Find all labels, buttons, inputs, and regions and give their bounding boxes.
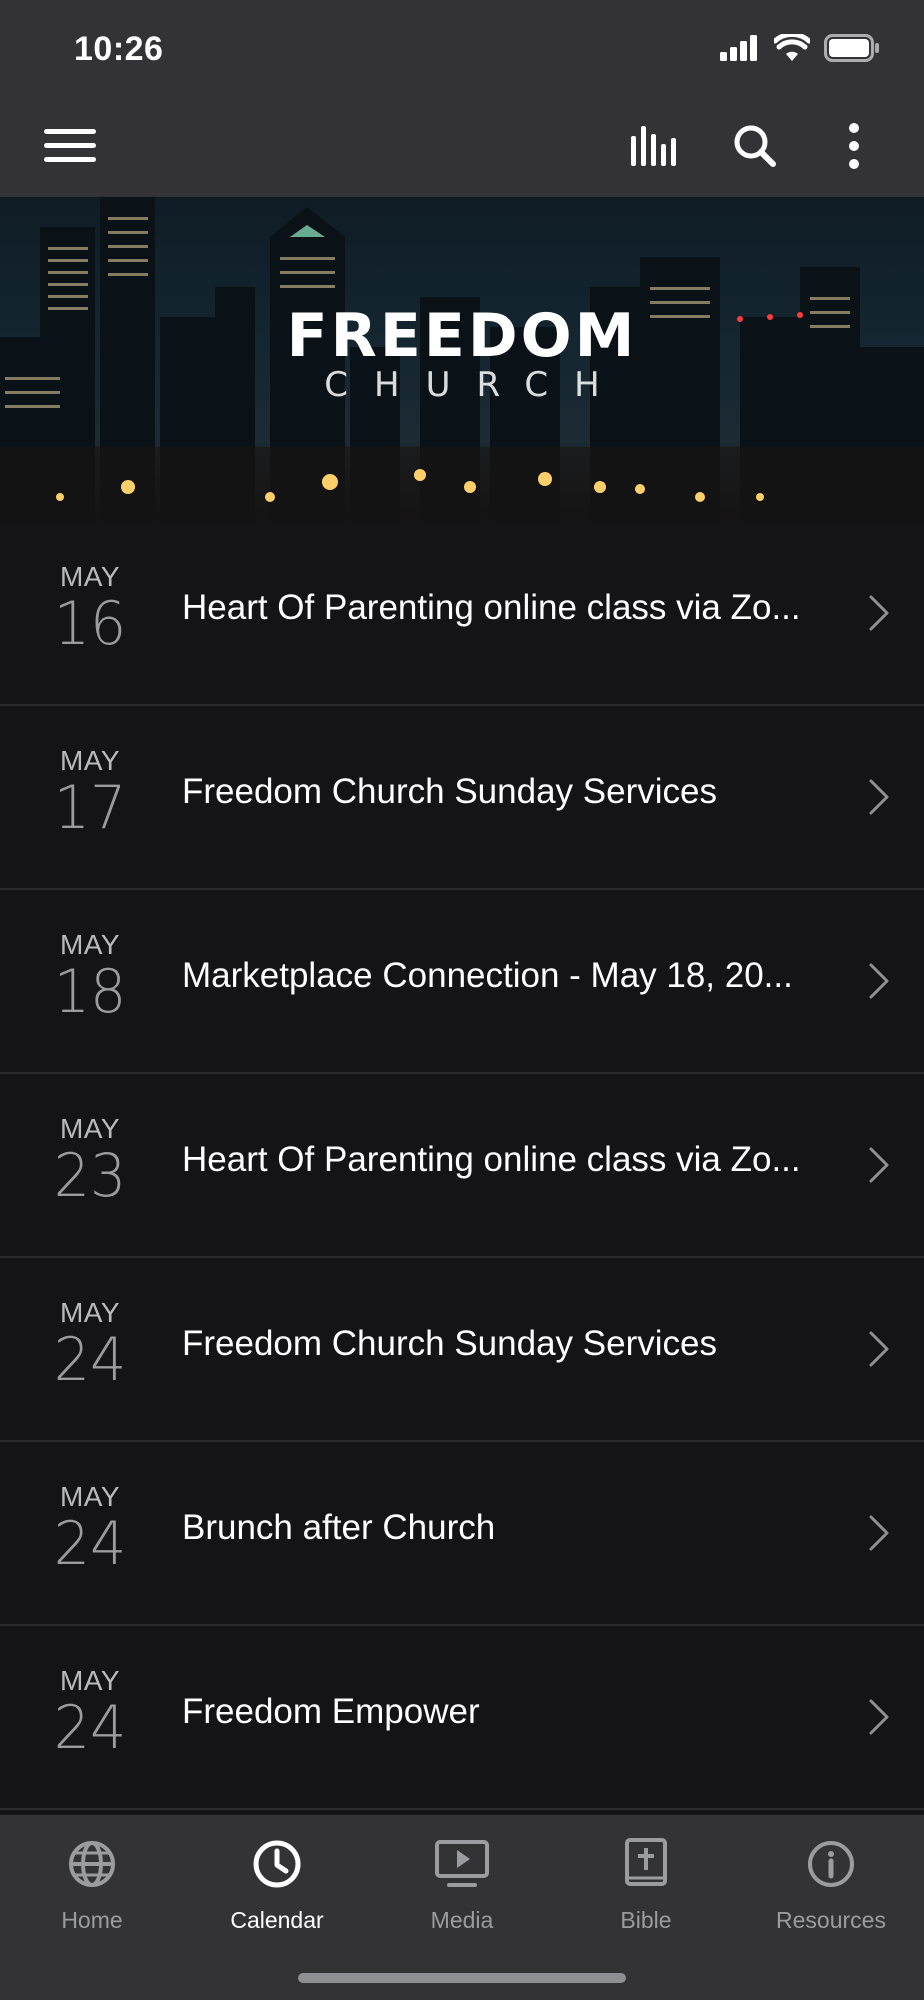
event-row[interactable]: MAY 23 Heart Of Parenting online class via…	[0, 1074, 924, 1258]
event-row[interactable]: MAY 17 Freedom Church Sunday Services	[0, 706, 924, 890]
event-row[interactable]: MAY 16 Heart Of Parenting online class via…	[0, 522, 924, 706]
tab-resources[interactable]: Resources	[739, 1833, 923, 1934]
event-month: MAY	[59, 1297, 121, 1328]
globe-icon	[0, 1833, 184, 1895]
event-day: 23	[53, 1141, 127, 1211]
event-date: MAY 24	[40, 1297, 140, 1395]
more-vertical-icon	[848, 122, 860, 174]
event-date: MAY 16	[40, 561, 140, 659]
event-row[interactable]: MAY 24 Brunch after Church	[0, 1442, 924, 1626]
app-bar	[0, 100, 924, 197]
status-time: 10:26	[74, 30, 164, 68]
audio-button[interactable]	[626, 118, 686, 178]
tab-calendar[interactable]: Calendar	[185, 1833, 369, 1934]
tab-media[interactable]: Media	[370, 1833, 554, 1934]
event-row[interactable]: MAY 24 Freedom Church Sunday Services	[0, 1258, 924, 1442]
event-day: 24	[53, 1693, 127, 1763]
event-title: Freedom Empower	[182, 1692, 480, 1731]
event-date: MAY 24	[40, 1481, 140, 1579]
event-title: Brunch after Church	[182, 1508, 496, 1547]
tab-home[interactable]: Home	[0, 1833, 184, 1934]
event-title: Marketplace Connection - May 18, 20...	[182, 956, 793, 995]
chevron-right-icon	[868, 962, 890, 1005]
cellular-signal-icon	[720, 35, 760, 66]
hamburger-menu-icon	[44, 128, 96, 168]
church-logo-title: FREEDOM	[286, 301, 638, 371]
chevron-right-icon	[868, 1514, 890, 1557]
event-month: MAY	[59, 1113, 121, 1144]
event-date: MAY 23	[40, 1113, 140, 1211]
tab-label: Bible	[620, 1907, 672, 1933]
event-day: 24	[53, 1325, 127, 1395]
event-month: MAY	[59, 1665, 121, 1696]
tab-label: Calendar	[230, 1907, 324, 1933]
event-day: 18	[53, 957, 127, 1027]
chevron-right-icon	[868, 1146, 890, 1189]
tab-bible[interactable]: Bible	[554, 1833, 738, 1934]
hero-banner: FREEDOM CHURCH	[0, 197, 924, 522]
event-date: MAY 24	[40, 1665, 140, 1763]
menu-button[interactable]	[40, 118, 100, 178]
event-day: 24	[53, 1509, 127, 1579]
info-icon	[739, 1833, 923, 1895]
event-list: MAY 16 Heart Of Parenting online class via…	[0, 522, 924, 1810]
search-button[interactable]	[725, 118, 785, 178]
tab-label: Resources	[776, 1907, 886, 1933]
event-month: MAY	[59, 561, 121, 592]
home-indicator	[298, 1973, 626, 1983]
bible-icon	[554, 1833, 738, 1895]
event-day: 16	[53, 589, 127, 659]
tab-label: Media	[430, 1907, 494, 1933]
event-title: Freedom Church Sunday Services	[182, 772, 717, 811]
event-month: MAY	[59, 1481, 121, 1512]
tab-label: Home	[61, 1907, 123, 1933]
event-title: Heart Of Parenting online class via Zo..…	[182, 1140, 801, 1179]
event-month: MAY	[59, 929, 121, 960]
play-screen-icon	[370, 1833, 554, 1895]
event-month: MAY	[59, 745, 121, 776]
chevron-right-icon	[868, 1698, 890, 1741]
event-date: MAY 18	[40, 929, 140, 1027]
status-bar: 10:26	[0, 0, 924, 100]
status-icons	[720, 31, 880, 67]
audio-bars-icon	[629, 125, 683, 171]
chevron-right-icon	[868, 778, 890, 821]
clock-icon	[185, 1833, 369, 1895]
battery-icon	[824, 34, 880, 67]
event-title: Heart Of Parenting online class via Zo..…	[182, 588, 801, 627]
more-options-button[interactable]	[824, 118, 884, 178]
chevron-right-icon	[868, 1330, 890, 1373]
wifi-icon	[772, 31, 812, 67]
event-date: MAY 17	[40, 745, 140, 843]
event-row[interactable]: MAY 24 Freedom Empower	[0, 1626, 924, 1810]
search-icon	[733, 124, 777, 173]
event-title: Freedom Church Sunday Services	[182, 1324, 717, 1363]
event-row[interactable]: MAY 18 Marketplace Connection - May 18, 20…	[0, 890, 924, 1074]
event-day: 17	[53, 773, 127, 843]
chevron-right-icon	[868, 594, 890, 637]
church-logo-subtitle: CHURCH	[324, 365, 626, 405]
